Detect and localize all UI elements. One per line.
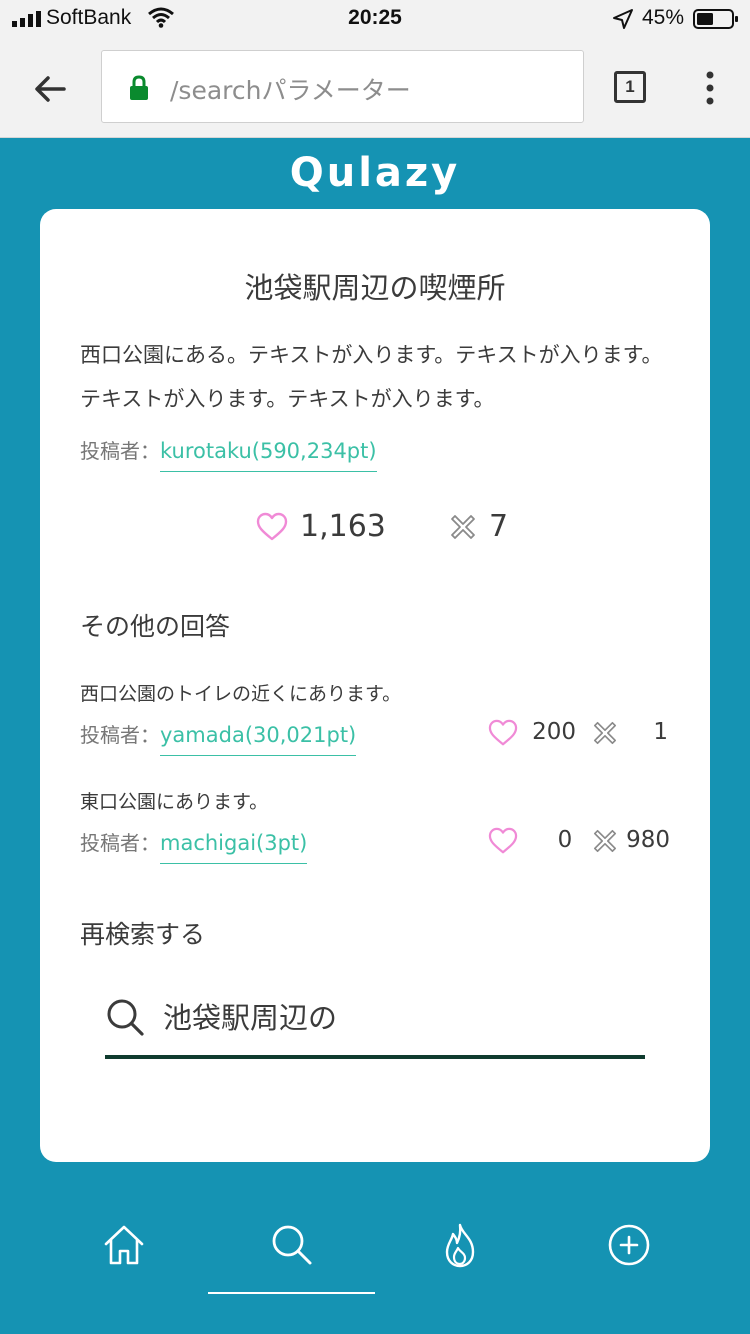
active-tab-indicator [208, 1292, 375, 1294]
poster-label: 投稿者： [80, 831, 160, 855]
home-icon[interactable] [99, 1220, 149, 1270]
other-answer-poster: 投稿者：yamada(30,021pt) [80, 719, 357, 756]
like-count: 0 [557, 827, 573, 853]
back-arrow-icon[interactable] [30, 68, 72, 110]
url-text[interactable]: /searchパラメーター [170, 71, 411, 107]
research-title: 再検索する [80, 920, 206, 949]
more-menu-icon[interactable] [700, 70, 720, 106]
cross-icon[interactable] [592, 828, 618, 854]
other-answers-title: その他の回答 [80, 612, 231, 641]
poster-link[interactable]: machigai(3pt) [160, 831, 308, 864]
like-count: 1,163 [300, 509, 386, 544]
result-card: 池袋駅周辺の喫煙所 西口公園にある。テキストが入ります。テキストが入ります。テキ… [40, 209, 710, 1162]
plus-icon[interactable] [604, 1220, 654, 1270]
cross-icon[interactable] [592, 720, 618, 746]
location-arrow-icon [613, 9, 633, 29]
poster-link[interactable]: yamada(30,021pt) [160, 723, 357, 756]
search-icon[interactable] [266, 1220, 316, 1270]
like-button[interactable]: 1,163 [256, 509, 386, 544]
heart-icon[interactable] [488, 827, 518, 855]
research-input[interactable]: 池袋駅周辺の [105, 985, 645, 1059]
heart-icon[interactable] [488, 719, 518, 747]
poster-link[interactable]: kurotaku(590,234pt) [160, 439, 377, 472]
heart-icon[interactable] [256, 512, 288, 542]
fire-icon[interactable] [435, 1220, 485, 1270]
bottom-navigation [0, 1200, 750, 1334]
browser-toolbar: /searchパラメーター 1 [0, 40, 750, 138]
other-answer-poster: 投稿者：machigai(3pt) [80, 827, 308, 864]
tab-switcher-button[interactable]: 1 [614, 71, 646, 103]
dislike-count: 7 [488, 509, 509, 544]
poster-label: 投稿者： [80, 723, 160, 747]
search-icon [107, 999, 144, 1036]
best-answer-text: 西口公園にある。テキストが入ります。テキストが入ります。テキストが入ります。テキ… [80, 343, 663, 411]
status-bar: SoftBank 20:25 45% [0, 0, 750, 40]
address-bar[interactable]: /searchパラメーター [101, 50, 584, 123]
other-answer-item: 東口公園にあります。 投稿者：machigai(3pt) 0 980 [80, 787, 680, 877]
best-answer-stats: 1,163 7 [256, 509, 508, 553]
cross-icon[interactable] [449, 513, 477, 541]
other-answer-text: 西口公園のトイレの近くにあります。 [80, 683, 402, 705]
other-answer-text: 東口公園にあります。 [80, 791, 269, 813]
research-input-value[interactable]: 池袋駅周辺の [163, 995, 337, 1037]
battery-percent: 45% [642, 6, 685, 29]
dislike-count: 980 [626, 827, 670, 853]
clock: 20:25 [348, 6, 402, 29]
battery-icon [693, 9, 738, 29]
dislike-button[interactable]: 7 [449, 509, 508, 544]
app-logo[interactable]: Qulazy [0, 150, 750, 196]
other-answer-item: 西口公園のトイレの近くにあります。 投稿者：yamada(30,021pt) 2… [80, 679, 680, 769]
poster-label: 投稿者： [80, 439, 160, 463]
question-title: 池袋駅周辺の喫煙所 [244, 271, 506, 305]
lock-icon [130, 75, 148, 100]
dislike-count: 1 [653, 719, 668, 745]
like-count: 200 [532, 719, 576, 745]
best-answer-poster: 投稿者：kurotaku(590,234pt) [80, 435, 377, 472]
